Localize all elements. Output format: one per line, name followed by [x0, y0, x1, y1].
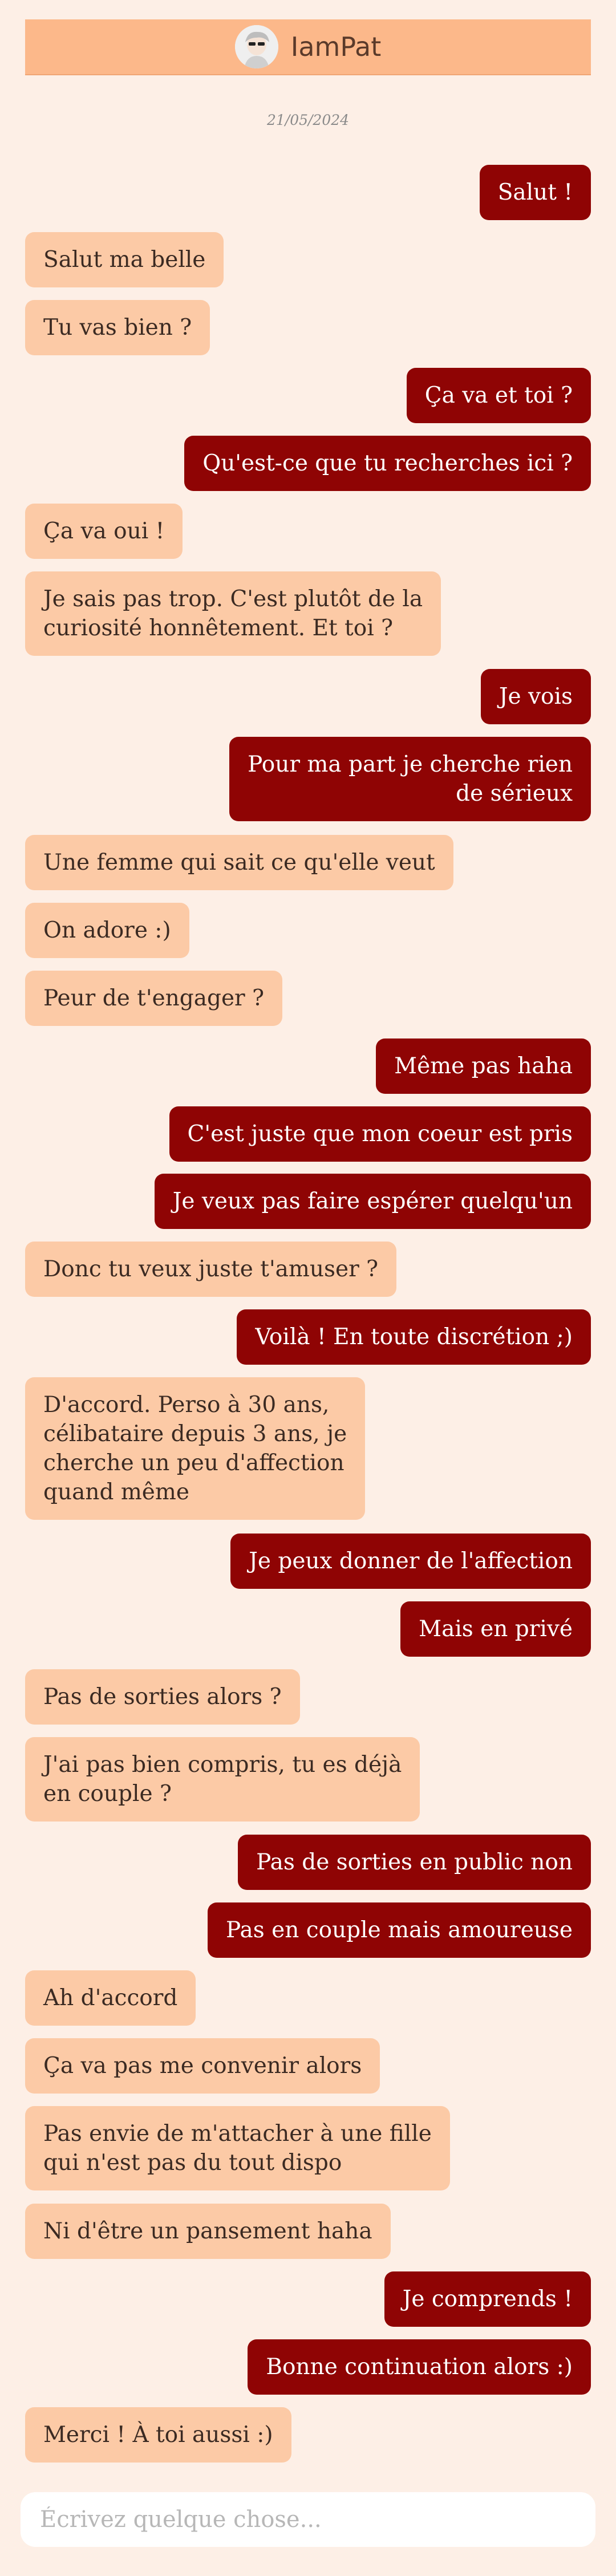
sent-message-bubble[interactable]: C'est juste que mon coeur est pris — [169, 1106, 591, 1162]
sent-message-bubble[interactable]: Qu'est-ce que tu recherches ici ? — [184, 436, 591, 491]
received-message-bubble[interactable]: Salut ma belle — [25, 232, 224, 287]
contact-name[interactable]: IamPat — [291, 31, 381, 62]
sent-message-bubble[interactable]: Pas en couple mais amoureuse — [208, 1902, 591, 1958]
received-message-bubble[interactable]: Pas de sorties alors ? — [25, 1669, 300, 1725]
sent-message-bubble[interactable]: Mais en privé — [400, 1601, 591, 1657]
sent-message-bubble[interactable]: Ça va et toi ? — [406, 368, 591, 423]
sent-message-bubble[interactable]: Je veux pas faire espérer quelqu'un — [154, 1174, 591, 1229]
received-message-bubble[interactable]: Donc tu veux juste t'amuser ? — [25, 1242, 397, 1297]
received-message-bubble[interactable]: J'ai pas bien compris, tu es déjà en coup… — [25, 1737, 420, 1822]
conversation-date: 21/05/2024 — [266, 112, 350, 128]
received-message-bubble[interactable]: Une femme qui sait ce qu'elle veut — [25, 835, 453, 890]
received-message-bubble[interactable]: Tu vas bien ? — [25, 300, 210, 355]
sent-message-bubble[interactable]: Pour ma part je cherche rien de sérieux — [229, 737, 591, 821]
received-message-bubble[interactable]: D'accord. Perso à 30 ans, célibataire dep… — [25, 1377, 366, 1520]
sent-message-bubble[interactable]: Je peux donner de l'affection — [230, 1534, 591, 1589]
sent-message-bubble[interactable]: Salut ! — [479, 165, 591, 220]
chat-header: IamPat — [25, 19, 591, 75]
received-message-bubble[interactable]: Ah d'accord — [25, 1970, 196, 2026]
received-message-bubble[interactable]: Pas envie de m'attacher à une fille qui n… — [25, 2106, 450, 2190]
sent-message-bubble[interactable]: Même pas haha — [376, 1038, 591, 1094]
received-message-bubble[interactable]: Je sais pas trop. C'est plutôt de la curi… — [25, 571, 441, 656]
received-message-bubble[interactable]: Ça va pas me convenir alors — [25, 2038, 380, 2094]
sent-message-bubble[interactable]: Je vois — [480, 669, 591, 724]
sent-message-bubble[interactable]: Pas de sorties en public non — [238, 1835, 591, 1890]
received-message-bubble[interactable]: Ni d'être un pansement haha — [25, 2204, 391, 2259]
message-input[interactable] — [39, 2506, 577, 2533]
message-composer — [21, 2492, 595, 2547]
sent-message-bubble[interactable]: Je comprends ! — [384, 2271, 591, 2327]
sent-message-bubble[interactable]: Voilà ! En toute discrétion ;) — [237, 1309, 591, 1365]
profile-avatar-icon[interactable] — [234, 25, 278, 68]
received-message-bubble[interactable]: On adore :) — [25, 903, 189, 958]
received-message-bubble[interactable]: Peur de t'engager ? — [25, 971, 282, 1026]
sent-message-bubble[interactable]: Bonne continuation alors :) — [248, 2339, 591, 2395]
received-message-bubble[interactable]: Ça va oui ! — [25, 504, 183, 559]
received-message-bubble[interactable]: Merci ! À toi aussi :) — [25, 2407, 291, 2463]
